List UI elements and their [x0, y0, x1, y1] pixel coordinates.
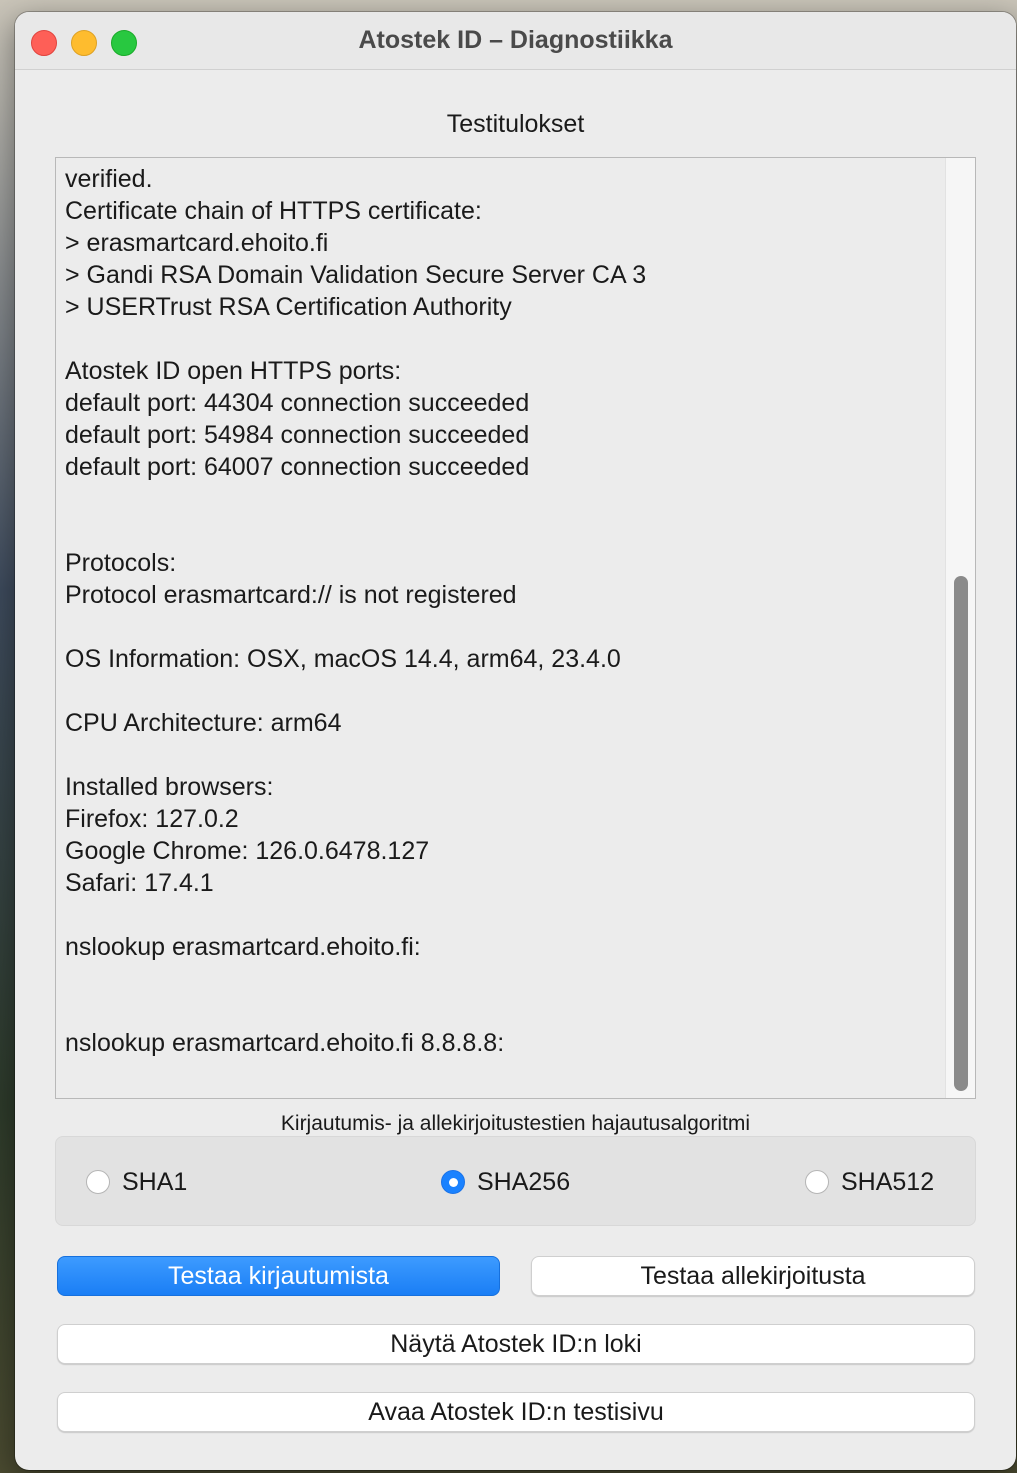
test-login-button[interactable]: Testaa kirjautumista [57, 1256, 500, 1296]
results-textarea[interactable]: verified. Certificate chain of HTTPS cer… [55, 157, 976, 1099]
hash-algorithm-group: SHA1 SHA256 SHA512 [55, 1136, 976, 1226]
radio-sha512-indicator[interactable] [805, 1170, 829, 1194]
results-text: verified. Certificate chain of HTTPS cer… [65, 165, 647, 1057]
radio-sha256-indicator[interactable] [441, 1170, 465, 1194]
radio-sha1-indicator[interactable] [86, 1170, 110, 1194]
hash-algorithm-label: Kirjautumis- ja allekirjoitustestien haj… [280, 1112, 751, 1135]
radio-sha256[interactable]: SHA256 [441, 1167, 570, 1197]
open-test-page-button[interactable]: Avaa Atostek ID:n testisivu [57, 1392, 975, 1432]
radio-sha1[interactable]: SHA1 [86, 1167, 187, 1197]
results-heading: Testitulokset [446, 110, 585, 138]
show-log-button[interactable]: Näytä Atostek ID:n loki [57, 1324, 975, 1364]
radio-sha512-label[interactable]: SHA512 [841, 1168, 934, 1197]
radio-sha512[interactable]: SHA512 [805, 1167, 934, 1197]
diagnostics-window: Atostek ID – Diagnostiikka Testitulokset… [15, 12, 1016, 1470]
window-title: Atostek ID – Diagnostiikka [358, 26, 673, 54]
test-signature-button[interactable]: Testaa allekirjoitusta [531, 1256, 975, 1296]
results-scrollbar[interactable] [945, 158, 975, 1098]
radio-sha1-label[interactable]: SHA1 [122, 1168, 187, 1197]
title-bar: Atostek ID – Diagnostiikka [15, 12, 1016, 70]
radio-sha256-label[interactable]: SHA256 [477, 1168, 570, 1197]
scrollbar-thumb[interactable] [954, 576, 968, 1091]
